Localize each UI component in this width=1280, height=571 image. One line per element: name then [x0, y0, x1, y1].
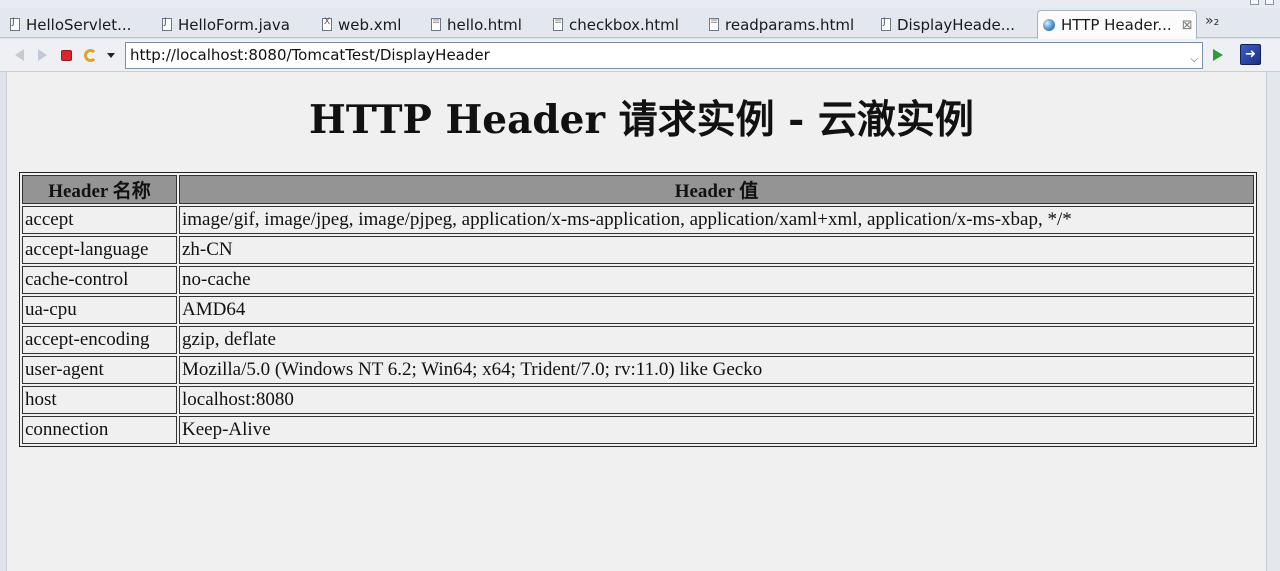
tab-label: HelloServlet...: [26, 15, 132, 34]
page-title: HTTP Header 请求实例 - 云澈实例: [309, 97, 974, 143]
header-value-cell: Mozilla/5.0 (Windows NT 6.2; Win64; x64;…: [179, 356, 1254, 384]
table-row: accept-language zh-CN: [22, 236, 1254, 264]
table-row: accept image/gif, image/jpeg, image/pjpe…: [22, 206, 1254, 234]
minimize-button[interactable]: [1250, 0, 1259, 5]
table-row: cache-control no-cache: [22, 266, 1254, 294]
tab-label: DisplayHeade...: [897, 15, 1016, 34]
browser-toolbar: http://localhost:8080/TomcatTest/Display…: [0, 39, 1280, 72]
chevron-down-icon[interactable]: ⌵: [1190, 50, 1198, 69]
header-value-cell: AMD64: [179, 296, 1254, 324]
maximize-button[interactable]: [1265, 0, 1274, 5]
table-header-row: Header 名称 Header 值: [22, 175, 1254, 204]
table-row: host localhost:8080: [22, 386, 1254, 414]
stop-button[interactable]: [59, 48, 73, 62]
header-name-cell: accept-language: [22, 236, 177, 264]
refresh-dropdown-button[interactable]: [104, 48, 118, 62]
tab-helloservlet[interactable]: HelloServlet...: [10, 11, 150, 38]
more-tabs-button[interactable]: »₂: [1205, 13, 1219, 29]
html-file-icon: [431, 16, 441, 31]
xml-file-icon: [322, 17, 332, 31]
html-file-icon: [709, 16, 719, 31]
header-value-cell: gzip, deflate: [179, 326, 1254, 354]
back-button[interactable]: [12, 48, 26, 62]
header-name-cell: host: [22, 386, 177, 414]
right-edge-strip: [1267, 72, 1280, 571]
java-file-icon: [10, 17, 20, 31]
header-value-cell: zh-CN: [179, 236, 1254, 264]
tab-helloform[interactable]: HelloForm.java: [162, 11, 312, 38]
tab-hello-html[interactable]: hello.html: [431, 11, 546, 38]
arrow-left-icon: [14, 49, 24, 61]
tab-http-header[interactable]: HTTP Header... ⊠: [1037, 10, 1197, 39]
header-name-cell: ua-cpu: [22, 296, 177, 324]
tab-label: checkbox.html: [569, 15, 679, 34]
tab-label: web.xml: [338, 15, 402, 34]
tab-label: HTTP Header...: [1061, 16, 1172, 34]
table-row: ua-cpu AMD64: [22, 296, 1254, 324]
tab-label: readparams.html: [725, 15, 855, 34]
header-name-cell: accept: [22, 206, 177, 234]
external-browser-icon: ➜: [1245, 47, 1256, 62]
url-input[interactable]: http://localhost:8080/TomcatTest/Display…: [125, 42, 1203, 69]
header-name-cell: connection: [22, 416, 177, 444]
column-header-name: Header 名称: [22, 175, 177, 204]
header-name-cell: accept-encoding: [22, 326, 177, 354]
forward-button[interactable]: [35, 48, 49, 62]
stop-icon: [60, 49, 72, 61]
html-file-icon: [553, 16, 563, 31]
refresh-button[interactable]: [83, 48, 97, 62]
refresh-icon: [83, 48, 97, 62]
editor-tab-bar: HelloServlet... HelloForm.java web.xml h…: [0, 8, 1280, 39]
header-value-cell: Keep-Alive: [179, 416, 1254, 444]
tab-checkbox-html[interactable]: checkbox.html: [553, 11, 698, 38]
go-button[interactable]: [1213, 49, 1223, 61]
tab-web-xml[interactable]: web.xml: [322, 11, 422, 38]
header-name-cell: cache-control: [22, 266, 177, 294]
tab-label: hello.html: [447, 15, 522, 34]
chevron-down-icon: [107, 52, 115, 58]
close-icon[interactable]: ⊠: [1182, 18, 1193, 33]
external-browser-button[interactable]: ➜: [1240, 44, 1261, 65]
table-row: accept-encoding gzip, deflate: [22, 326, 1254, 354]
arrow-right-icon: [37, 49, 47, 61]
header-table: Header 名称 Header 值 accept image/gif, ima…: [19, 172, 1257, 447]
table-row: connection Keep-Alive: [22, 416, 1254, 444]
java-file-icon: [162, 17, 172, 31]
window-controls: [1250, 0, 1274, 8]
header-value-cell: no-cache: [179, 266, 1254, 294]
header-value-cell: localhost:8080: [179, 386, 1254, 414]
table-row: user-agent Mozilla/5.0 (Windows NT 6.2; …: [22, 356, 1254, 384]
header-value-cell: image/gif, image/jpeg, image/pjpeg, appl…: [179, 206, 1254, 234]
tab-readparams-html[interactable]: readparams.html: [709, 11, 874, 38]
url-text: http://localhost:8080/TomcatTest/Display…: [130, 46, 490, 64]
column-header-value: Header 值: [179, 175, 1254, 204]
tab-displayheader[interactable]: DisplayHeade...: [881, 11, 1031, 38]
header-name-cell: user-agent: [22, 356, 177, 384]
tab-label: HelloForm.java: [178, 15, 291, 34]
globe-icon: [1043, 19, 1055, 31]
java-file-icon: [881, 17, 891, 31]
window-top-strip: [0, 0, 1280, 8]
page-content: HTTP Header 请求实例 - 云澈实例 Header 名称 Header…: [6, 72, 1267, 571]
